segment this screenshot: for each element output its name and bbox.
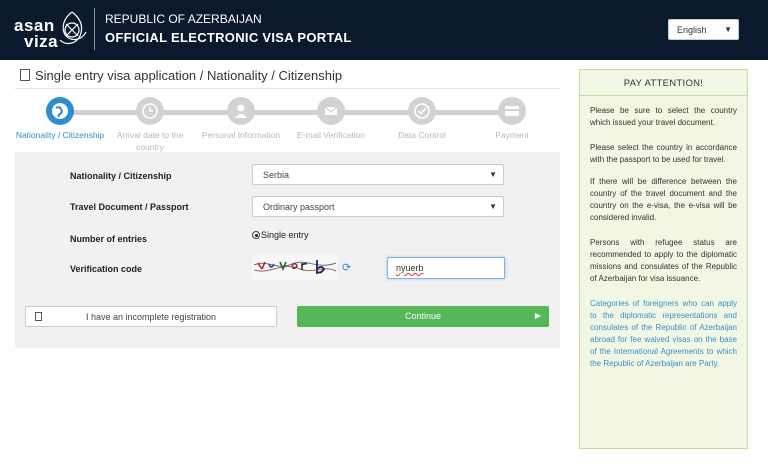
attention-panel: PAY ATTENTION! Please be sure to select …: [579, 69, 748, 449]
attention-paragraph: Persons with refugee status are recommen…: [590, 238, 737, 283]
chevron-down-icon: ▼: [724, 25, 732, 34]
incomplete-registration-label: I have an incomplete registration: [85, 312, 217, 322]
header-subtitle: REPUBLIC OF AZERBAIJAN: [105, 12, 262, 26]
language-value: English: [677, 25, 707, 35]
document-label: Travel Document / Passport: [70, 202, 189, 212]
entries-value: Single entry: [261, 230, 309, 240]
attention-paragraph: Please select the country in accordance …: [590, 143, 737, 164]
page-title: Single entry visa application / National…: [20, 68, 342, 83]
step-email[interactable]: E-mail Verification: [286, 97, 376, 141]
card-icon: [498, 97, 526, 125]
verification-label: Verification code: [70, 264, 143, 274]
user-icon: [227, 97, 255, 125]
attention-paragraph: If there will be difference between the …: [590, 177, 737, 222]
incomplete-registration-button[interactable]: I have an incomplete registration: [25, 306, 277, 327]
document-icon: [35, 312, 42, 321]
chevron-down-icon: ▼: [489, 170, 497, 179]
step-payment[interactable]: Payment: [467, 97, 557, 141]
document-select[interactable]: Ordinary passport ▼: [252, 196, 504, 217]
verification-code-value: nyuerb: [396, 263, 424, 273]
continue-button[interactable]: Continue ▶: [297, 306, 549, 327]
step-label: E-mail Verification: [296, 130, 366, 140]
title-divider: [15, 88, 560, 89]
step-nationality[interactable]: Nationality / Citizenship: [15, 97, 105, 141]
step-label: Payment: [495, 130, 529, 140]
verification-code-input[interactable]: nyuerb: [387, 257, 505, 279]
header-title: OFFICIAL ELECTRONIC VISA PORTAL: [105, 30, 352, 45]
step-label: Arrival date to the country: [116, 130, 184, 152]
globe-icon: [46, 97, 74, 125]
top-header: asan viza REPUBLIC OF AZERBAIJAN OFFICIA…: [0, 0, 768, 60]
fee-waived-visas-link[interactable]: Categories of foreigners who can apply t…: [590, 298, 737, 370]
attention-paragraph: Please be sure to select the country whi…: [590, 106, 737, 127]
continue-label: Continue: [404, 311, 442, 321]
chevron-down-icon: ▼: [489, 202, 497, 211]
page-title-text: Single entry visa application / National…: [35, 68, 343, 83]
document-icon: [20, 69, 30, 81]
nationality-value: Serbia: [263, 170, 290, 180]
nationality-label: Nationality / Citizenship: [70, 171, 172, 181]
step-arrival[interactable]: Arrival date to the country: [105, 97, 195, 153]
captcha-image: [252, 255, 338, 280]
asanviza-logo[interactable]: asan viza: [12, 6, 87, 54]
clock-icon: [136, 97, 164, 125]
header-divider: [94, 8, 95, 50]
step-label: Personal Information: [201, 130, 281, 140]
language-select[interactable]: English ▼: [668, 19, 739, 40]
single-entry-radio[interactable]: Single entry: [252, 230, 309, 240]
refresh-captcha-icon[interactable]: ⟳: [342, 261, 351, 274]
step-data-control[interactable]: Data Control: [377, 97, 467, 141]
step-label: Data Control: [398, 130, 446, 140]
radio-selected-icon: [252, 231, 260, 239]
document-value: Ordinary passport: [263, 202, 335, 212]
step-personal[interactable]: Personal Information: [196, 97, 286, 141]
envelope-icon: [317, 97, 345, 125]
check-icon: [408, 97, 436, 125]
chevron-right-icon: ▶: [534, 311, 541, 320]
step-label: Nationality / Citizenship: [15, 130, 105, 140]
nationality-select[interactable]: Serbia ▼: [252, 164, 504, 185]
entries-label: Number of entries: [70, 234, 148, 244]
logo-emblem-icon: [59, 11, 87, 45]
attention-heading: PAY ATTENTION!: [580, 70, 747, 96]
